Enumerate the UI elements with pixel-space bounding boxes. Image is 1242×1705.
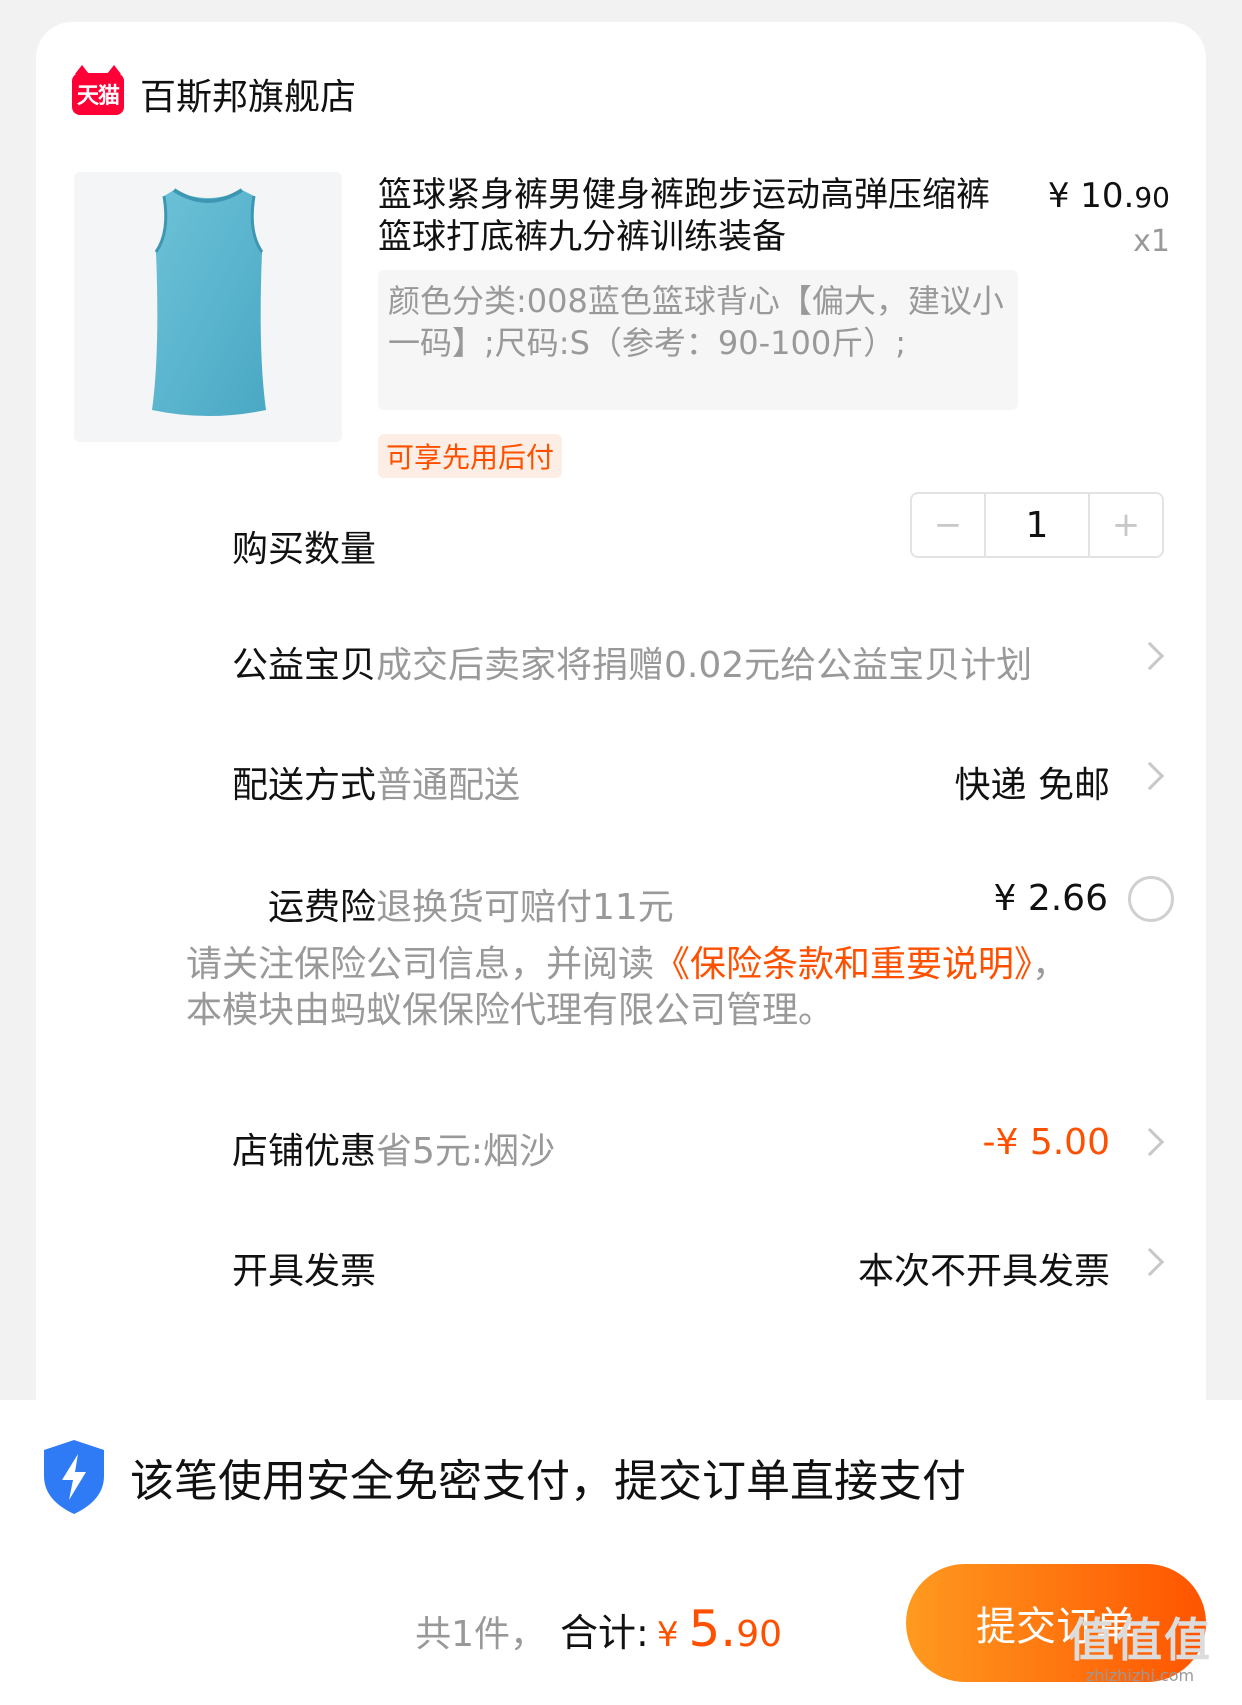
order-card: 天猫 百斯邦旗舰店 篮球紧身裤男健身裤跑步运动高弹压缩裤篮球打底裤九分裤训练装备…	[36, 22, 1206, 1442]
invoice-value: 本次不开具发票	[857, 1251, 1110, 1292]
shield-lightning-icon	[44, 1440, 104, 1514]
quantity-stepper[interactable]: − 1 +	[910, 492, 1164, 558]
pay-later-tag: 可享先用后付	[378, 434, 563, 478]
total-currency: ¥	[656, 1615, 679, 1655]
insurance-row: 运费险 退换货可赔付11元 ¥ 2.66	[36, 870, 1206, 930]
product-price: ¥ 10.90	[1047, 176, 1170, 216]
total-label: 合计:	[560, 1611, 649, 1655]
charity-row[interactable]: 公益宝贝 成交后卖家将捐赠0.02元给公益宝贝计划	[36, 628, 1206, 688]
insurance-notice: 请关注保险公司信息，并阅读《保险条款和重要说明》，本模块由蚂蚁保保险代理有限公司…	[186, 944, 1069, 1031]
tmall-logo-icon: 天猫	[72, 65, 124, 115]
decrement-button[interactable]: −	[912, 494, 984, 556]
chevron-right-icon	[1135, 761, 1165, 791]
item-count: 共1件，	[415, 1614, 547, 1655]
bottom-bar: 该笔使用安全免密支付，提交订单直接支付 共1件， 合计: ¥ 5.90 提交订单…	[0, 1400, 1242, 1705]
product-price-block: ¥ 10.90 x1	[1048, 176, 1170, 259]
product-title[interactable]: 篮球紧身裤男健身裤跑步运动高弹压缩裤篮球打底裤九分裤训练装备	[378, 174, 1018, 258]
chevron-right-icon	[1135, 1127, 1165, 1157]
charity-label: 公益宝贝	[231, 645, 376, 686]
discount-desc: 省5元:烟沙	[376, 1131, 556, 1172]
tank-top-image	[152, 188, 266, 416]
secure-pay-notice: 该笔使用安全免密支付，提交订单直接支付	[40, 1438, 966, 1516]
delivery-value: 快递 免邮	[954, 765, 1110, 806]
delivery-row[interactable]: 配送方式 普通配送 快递 免邮	[36, 748, 1206, 808]
invoice-row[interactable]: 开具发票 本次不开具发票	[36, 1234, 1206, 1294]
insurance-price: ¥ 2.66	[993, 878, 1108, 919]
delivery-desc: 普通配送	[376, 765, 521, 806]
secure-pay-text: 该笔使用安全免密支付，提交订单直接支付	[130, 1456, 966, 1507]
invoice-label: 开具发票	[231, 1251, 376, 1292]
store-header[interactable]: 天猫 百斯邦旗舰店	[72, 65, 357, 120]
discount-value: -¥ 5.00	[982, 1122, 1111, 1163]
watermark: 值值值 zhizhizhi.com	[1068, 1613, 1212, 1685]
insurance-label: 运费险	[267, 887, 376, 928]
insurance-desc: 退换货可赔付11元	[376, 887, 674, 928]
product-image[interactable]	[74, 172, 342, 442]
insurance-terms-link[interactable]: 《保险条款和重要说明》	[654, 944, 1032, 985]
delivery-label: 配送方式	[231, 765, 376, 806]
discount-label: 店铺优惠	[231, 1131, 376, 1172]
discount-row[interactable]: 店铺优惠 省5元:烟沙 -¥ 5.00	[36, 1114, 1206, 1174]
insurance-radio[interactable]	[1128, 876, 1174, 922]
product-quantity: x1	[1133, 224, 1170, 259]
quantity-value[interactable]: 1	[984, 494, 1090, 556]
order-summary: 共1件， 合计: ¥ 5.90	[415, 1600, 782, 1658]
chevron-right-icon	[1135, 641, 1165, 671]
quantity-label: 购买数量	[231, 529, 376, 570]
store-name: 百斯邦旗舰店	[140, 77, 357, 118]
increment-button[interactable]: +	[1090, 494, 1162, 556]
charity-desc: 成交后卖家将捐赠0.02元给公益宝贝计划	[376, 645, 1033, 686]
sku-spec[interactable]: 颜色分类:008蓝色篮球背心【偏大，建议小一码】;尺码:S（参考：90-100斤…	[378, 270, 1018, 410]
total-amount: 5.90	[688, 1600, 782, 1658]
chevron-right-icon	[1135, 1247, 1165, 1277]
